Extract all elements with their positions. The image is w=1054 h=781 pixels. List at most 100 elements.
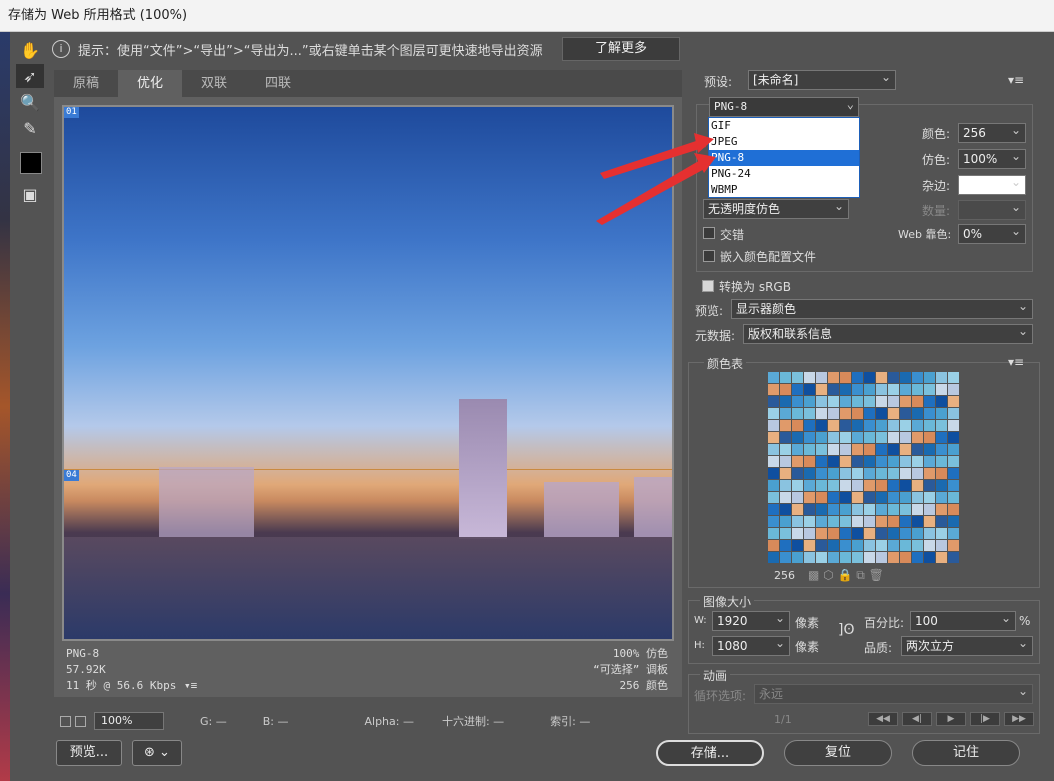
palette-swatch[interactable] bbox=[840, 528, 851, 539]
palette-swatch[interactable] bbox=[852, 552, 863, 563]
palette-swatch[interactable] bbox=[852, 396, 863, 407]
palette-swatch[interactable] bbox=[780, 444, 791, 455]
eyedropper-tool-icon[interactable]: ✎ bbox=[16, 116, 44, 140]
palette-swatch[interactable] bbox=[888, 444, 899, 455]
palette-swatch[interactable] bbox=[816, 468, 827, 479]
palette-swatch[interactable] bbox=[936, 492, 947, 503]
palette-swatch[interactable] bbox=[840, 492, 851, 503]
palette-swatch[interactable] bbox=[792, 384, 803, 395]
palette-swatch[interactable] bbox=[780, 492, 791, 503]
palette-swatch[interactable] bbox=[768, 384, 779, 395]
palette-swatch[interactable] bbox=[768, 408, 779, 419]
tab-2-up[interactable]: 双联 bbox=[182, 70, 246, 97]
palette-swatch[interactable] bbox=[804, 384, 815, 395]
palette-swatch[interactable] bbox=[804, 504, 815, 515]
palette-swatch[interactable] bbox=[912, 372, 923, 383]
colors-select[interactable]: 256 bbox=[958, 121, 1026, 143]
palette-swatch[interactable] bbox=[912, 504, 923, 515]
palette-swatch[interactable] bbox=[840, 432, 851, 443]
palette-swatch[interactable] bbox=[948, 432, 959, 443]
palette-swatch[interactable] bbox=[888, 528, 899, 539]
palette-swatch[interactable] bbox=[900, 540, 911, 551]
palette-swatch[interactable] bbox=[924, 456, 935, 467]
palette-swatch[interactable] bbox=[876, 372, 887, 383]
palette-swatch[interactable] bbox=[876, 456, 887, 467]
palette-swatch[interactable] bbox=[816, 480, 827, 491]
palette-swatch[interactable] bbox=[792, 492, 803, 503]
palette-swatch[interactable] bbox=[888, 468, 899, 479]
palette-swatch[interactable] bbox=[900, 396, 911, 407]
zoom-select[interactable]: 100% bbox=[94, 712, 164, 730]
palette-swatch[interactable] bbox=[876, 528, 887, 539]
palette-swatch[interactable] bbox=[780, 528, 791, 539]
palette-swatch[interactable] bbox=[828, 420, 839, 431]
palette-swatch[interactable] bbox=[900, 420, 911, 431]
palette-swatch[interactable] bbox=[864, 492, 875, 503]
palette-swatch[interactable] bbox=[768, 432, 779, 443]
palette-swatch[interactable] bbox=[900, 408, 911, 419]
metadata-select[interactable]: 版权和联系信息 bbox=[743, 322, 1033, 344]
palette-swatch[interactable] bbox=[852, 372, 863, 383]
palette-swatch[interactable] bbox=[864, 528, 875, 539]
amount-input[interactable] bbox=[958, 198, 1026, 220]
palette-swatch[interactable] bbox=[900, 384, 911, 395]
palette-swatch[interactable] bbox=[924, 396, 935, 407]
palette-swatch[interactable] bbox=[936, 444, 947, 455]
hand-tool-icon[interactable]: ✋ bbox=[16, 38, 44, 62]
convert-srgb-checkbox[interactable] bbox=[702, 280, 714, 292]
first-frame-icon[interactable]: ◀◀ bbox=[868, 712, 898, 726]
preview-image[interactable]: 01 04 bbox=[62, 105, 674, 641]
palette-swatch[interactable] bbox=[936, 456, 947, 467]
tab-original[interactable]: 原稿 bbox=[54, 70, 118, 97]
palette-swatch[interactable] bbox=[864, 444, 875, 455]
palette-swatch[interactable] bbox=[888, 456, 899, 467]
palette-swatch[interactable] bbox=[768, 492, 779, 503]
palette-swatch[interactable] bbox=[936, 408, 947, 419]
palette-swatch[interactable] bbox=[780, 516, 791, 527]
palette-swatch[interactable] bbox=[768, 468, 779, 479]
palette-swatch[interactable] bbox=[864, 468, 875, 479]
palette-swatch[interactable] bbox=[948, 480, 959, 491]
percent-input[interactable]: 100 bbox=[910, 609, 1016, 631]
palette-swatch[interactable] bbox=[888, 408, 899, 419]
palette-swatch[interactable] bbox=[828, 552, 839, 563]
palette-swatch[interactable] bbox=[816, 540, 827, 551]
height-input[interactable]: 1080 bbox=[712, 634, 790, 656]
palette-swatch[interactable] bbox=[828, 528, 839, 539]
palette-swatch[interactable] bbox=[864, 396, 875, 407]
remember-button[interactable]: 记住 bbox=[912, 740, 1020, 766]
palette-swatch[interactable] bbox=[828, 372, 839, 383]
palette-swatch[interactable] bbox=[888, 432, 899, 443]
palette-swatch[interactable] bbox=[876, 384, 887, 395]
palette-swatch[interactable] bbox=[888, 516, 899, 527]
palette-swatch[interactable] bbox=[804, 420, 815, 431]
palette-swatch[interactable] bbox=[816, 504, 827, 515]
palette-swatch[interactable] bbox=[804, 456, 815, 467]
palette-swatch[interactable] bbox=[828, 504, 839, 515]
palette-swatch[interactable] bbox=[900, 456, 911, 467]
color-table-menu-icon[interactable]: ▾≡ bbox=[1008, 355, 1024, 369]
palette-swatch[interactable] bbox=[816, 444, 827, 455]
palette-swatch[interactable] bbox=[768, 372, 779, 383]
palette-swatch[interactable] bbox=[888, 492, 899, 503]
palette-swatch[interactable] bbox=[804, 372, 815, 383]
preview-select[interactable]: 显示器颜色 bbox=[731, 297, 1033, 319]
palette-swatch[interactable] bbox=[792, 432, 803, 443]
transparency-dither-select[interactable]: 无透明度仿色 bbox=[703, 197, 849, 219]
palette-swatch[interactable] bbox=[804, 480, 815, 491]
palette-swatch[interactable] bbox=[876, 444, 887, 455]
palette-swatch[interactable] bbox=[912, 408, 923, 419]
play-icon[interactable]: ▶ bbox=[936, 712, 966, 726]
palette-swatch[interactable] bbox=[876, 552, 887, 563]
palette-swatch[interactable] bbox=[924, 408, 935, 419]
palette-swatch[interactable] bbox=[876, 408, 887, 419]
palette-swatch[interactable] bbox=[828, 456, 839, 467]
palette-swatch[interactable] bbox=[816, 408, 827, 419]
palette-swatch[interactable] bbox=[864, 432, 875, 443]
palette-swatch[interactable] bbox=[804, 468, 815, 479]
palette-swatch[interactable] bbox=[792, 540, 803, 551]
palette-swatch[interactable] bbox=[768, 504, 779, 515]
palette-swatch[interactable] bbox=[936, 432, 947, 443]
palette-swatch[interactable] bbox=[804, 492, 815, 503]
palette-swatch[interactable] bbox=[792, 372, 803, 383]
